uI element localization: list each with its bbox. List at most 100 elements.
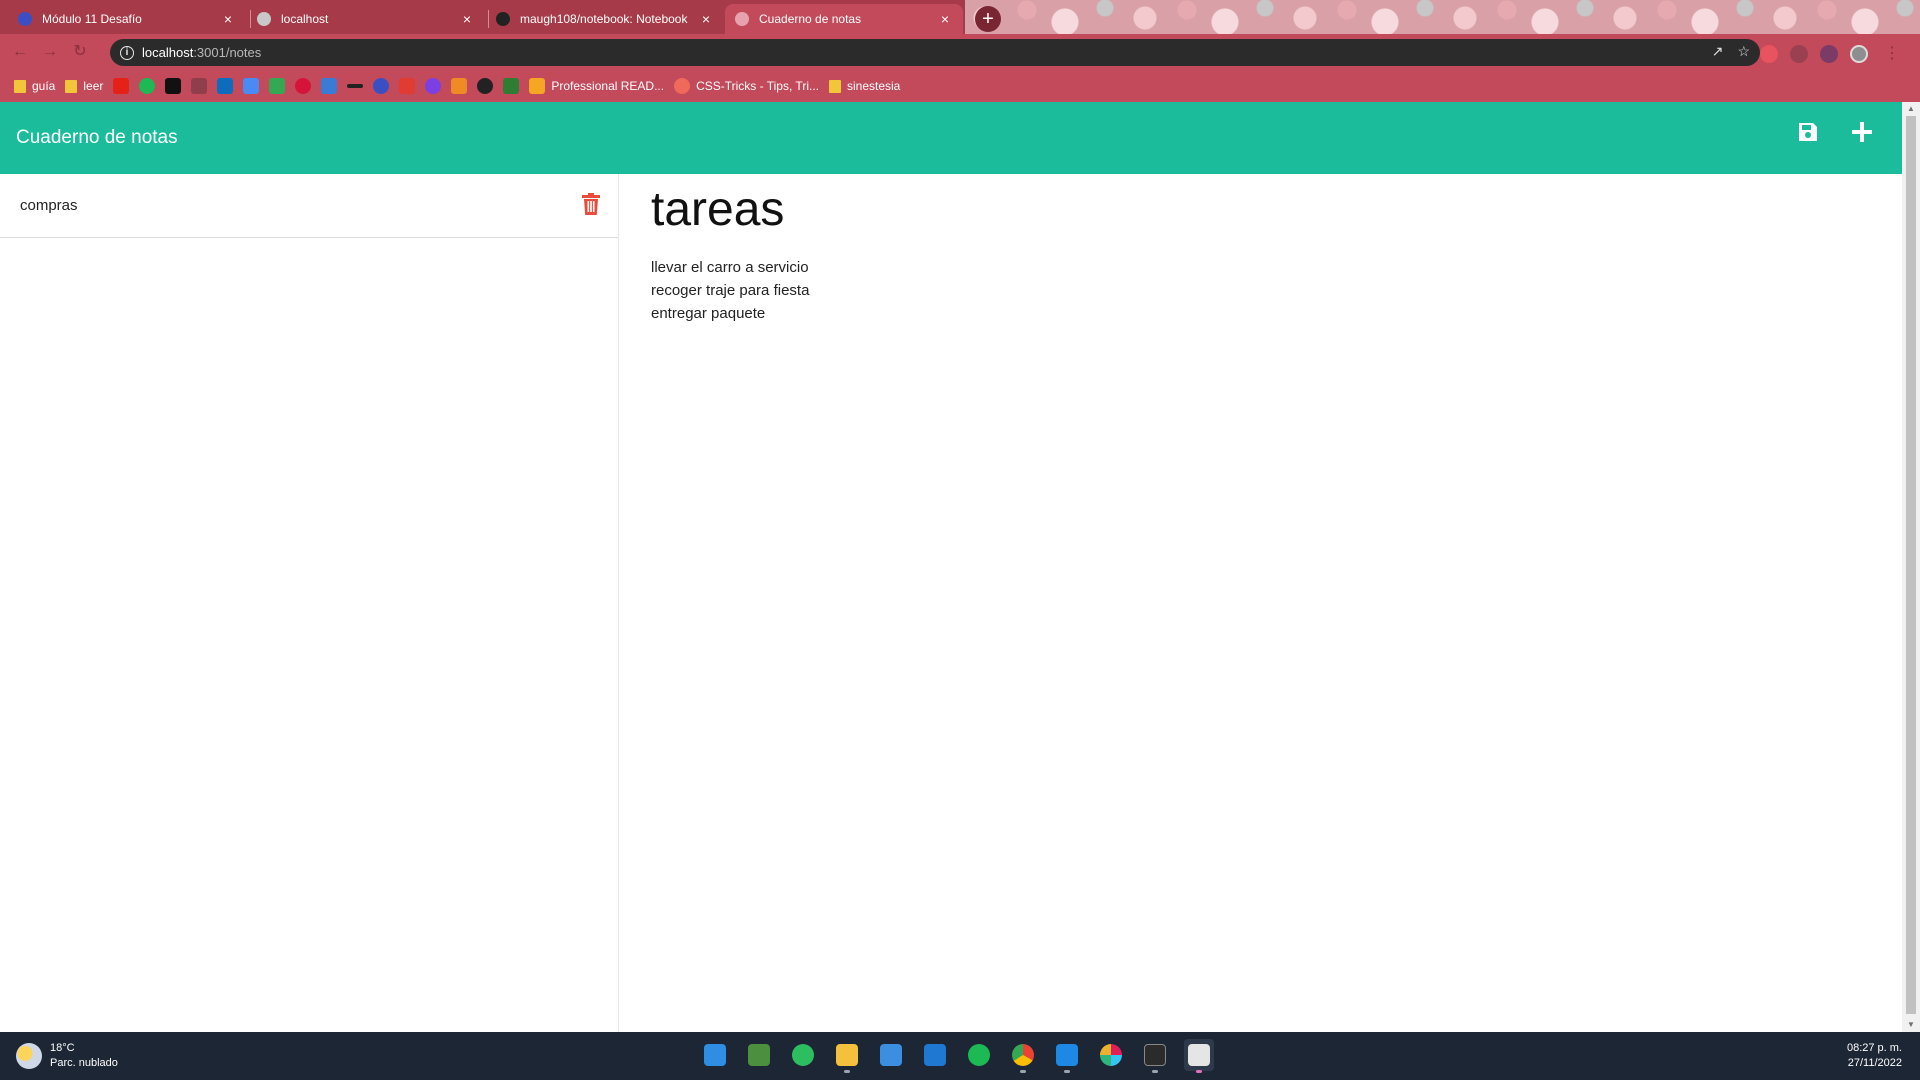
taskbar-app[interactable]: [920, 1039, 950, 1071]
maps-icon[interactable]: [269, 78, 286, 94]
scroll-up-icon[interactable]: ▲: [1906, 104, 1916, 114]
folder-icon: [14, 79, 26, 93]
bookmark-icon[interactable]: [425, 78, 442, 94]
note-line: entregar paquete: [651, 305, 766, 322]
bookmarks-bar: guía leer Professional READ... CSS-Trick…: [0, 70, 1920, 102]
extension-icon[interactable]: [1790, 45, 1808, 63]
system-clock[interactable]: 08:27 p. m. 27/11/2022: [1847, 1041, 1902, 1071]
outlook-icon[interactable]: [217, 78, 234, 94]
bookmark-icon[interactable]: [191, 78, 208, 94]
tab-cuaderno-de-notas[interactable]: Cuaderno de notas ×: [725, 4, 963, 34]
mail-icon: [924, 1044, 946, 1066]
bookmark-folder-sinestesia[interactable]: sinestesia: [828, 79, 900, 93]
github-icon[interactable]: [477, 78, 494, 94]
tab-label: maugh108/notebook: Notebook: [520, 12, 688, 26]
share-icon[interactable]: ↗: [1712, 43, 1724, 60]
extension-icon[interactable]: [1760, 45, 1778, 63]
bookmark-icon[interactable]: [373, 78, 390, 94]
reload-icon[interactable]: ↻: [68, 40, 92, 64]
save-icon[interactable]: [1796, 120, 1820, 144]
kebab-menu-icon[interactable]: ⋮: [1880, 42, 1904, 66]
address-bar[interactable]: i localhost:3001/notes ↗ ☆: [110, 39, 1760, 66]
close-icon[interactable]: ×: [698, 11, 714, 27]
chrome-icon: [1012, 1044, 1034, 1066]
bookmark-icon[interactable]: [295, 78, 312, 94]
forward-arrow-icon[interactable]: →: [38, 40, 62, 64]
clock-date: 27/11/2022: [1847, 1057, 1902, 1069]
folder-icon: [65, 79, 78, 93]
scroll-thumb[interactable]: [1906, 116, 1916, 1014]
youtube-icon[interactable]: [113, 78, 130, 94]
close-icon[interactable]: ×: [220, 11, 236, 27]
back-arrow-icon[interactable]: ←: [8, 40, 32, 64]
extensions-area: ⋮: [1760, 42, 1904, 66]
bookmark-folder-guia[interactable]: guía: [14, 79, 55, 93]
bookmark-icon[interactable]: [321, 78, 338, 94]
running-indicator: [1152, 1070, 1158, 1073]
widgets-icon: [748, 1044, 770, 1066]
taskbar-app[interactable]: [832, 1039, 862, 1073]
tab-github-notebook[interactable]: maugh108/notebook: Notebook ×: [486, 4, 724, 34]
spotify-icon[interactable]: [139, 78, 156, 94]
app-title[interactable]: Cuaderno de notas: [16, 127, 178, 149]
list-item[interactable]: compras: [0, 174, 618, 238]
tab-label: localhost: [281, 12, 329, 26]
close-icon[interactable]: ×: [937, 11, 953, 27]
bookmark-icon[interactable]: [451, 78, 468, 94]
taskbar-app[interactable]: [964, 1039, 994, 1071]
vscode-icon: [1056, 1044, 1078, 1066]
taskbar-app[interactable]: [1052, 1039, 1082, 1073]
taskbar: 18°C Parc. nublado 08:27 p. m. 27/11/202…: [0, 1032, 1920, 1080]
taskbar-app[interactable]: [744, 1039, 774, 1071]
taskbar-app[interactable]: [1096, 1039, 1126, 1071]
bookmark-label: CSS-Tricks - Tips, Tri...: [696, 79, 819, 93]
info-icon[interactable]: i: [120, 45, 134, 60]
taskbar-app[interactable]: [1008, 1039, 1038, 1073]
translate-icon[interactable]: [243, 78, 260, 94]
running-indicator: [1020, 1070, 1026, 1073]
taskbar-app[interactable]: [1184, 1039, 1214, 1073]
note-title-input[interactable]: tareas: [651, 186, 809, 234]
page-scrollbar[interactable]: ▲ ▼: [1902, 102, 1920, 1032]
scroll-down-icon[interactable]: ▼: [1906, 1020, 1916, 1030]
taskbar-app[interactable]: [788, 1039, 818, 1071]
new-tab-button[interactable]: +: [975, 6, 1001, 32]
bookmark-folder-leer[interactable]: leer: [65, 79, 103, 93]
browser-theme-background: [965, 0, 1920, 34]
plus-icon[interactable]: [1850, 120, 1874, 144]
note-text-area[interactable]: llevar el carro a servicio recoger traje…: [651, 256, 809, 325]
avatar[interactable]: [1850, 45, 1868, 63]
bookmark-icon[interactable]: [347, 84, 364, 88]
site-favicon-icon: [18, 12, 32, 26]
running-indicator: [1196, 1070, 1202, 1073]
taskbar-app[interactable]: [1140, 1039, 1170, 1073]
terminal-icon: [1144, 1044, 1166, 1066]
bookmark-label: guía: [32, 79, 56, 93]
running-indicator: [844, 1070, 850, 1073]
star-icon[interactable]: ☆: [1737, 43, 1750, 60]
running-indicator: [1064, 1070, 1070, 1073]
slack-icon: [1100, 1044, 1122, 1066]
trash-icon[interactable]: [582, 193, 600, 215]
bookmark-icon[interactable]: [399, 78, 416, 94]
extension-icon[interactable]: [1820, 45, 1838, 63]
tab-modulo-11[interactable]: Módulo 11 Desafío ×: [8, 4, 246, 34]
tab-localhost[interactable]: localhost ×: [247, 4, 485, 34]
url-host: localhost: [142, 45, 194, 60]
weather-widget[interactable]: 18°C Parc. nublado: [16, 1041, 118, 1071]
bookmark-icon[interactable]: [503, 78, 520, 94]
bookmark-icon[interactable]: [165, 78, 182, 94]
folder-icon: [828, 79, 841, 93]
note-title: compras: [20, 197, 78, 214]
start-button[interactable]: [700, 1039, 730, 1071]
weather-status: Parc. nublado: [50, 1057, 118, 1069]
bookmark-css-tricks[interactable]: CSS-Tricks - Tips, Tri...: [674, 78, 819, 94]
temperature: 18°C: [50, 1042, 75, 1054]
taskbar-apps: [700, 1039, 1214, 1073]
url-path: :3001/notes: [193, 45, 262, 60]
taskbar-app[interactable]: [876, 1039, 906, 1071]
bookmark-professional-readme[interactable]: Professional READ...: [529, 78, 664, 94]
close-icon[interactable]: ×: [459, 11, 475, 27]
spotify-icon: [968, 1044, 990, 1066]
asterisk-icon: [674, 78, 691, 94]
